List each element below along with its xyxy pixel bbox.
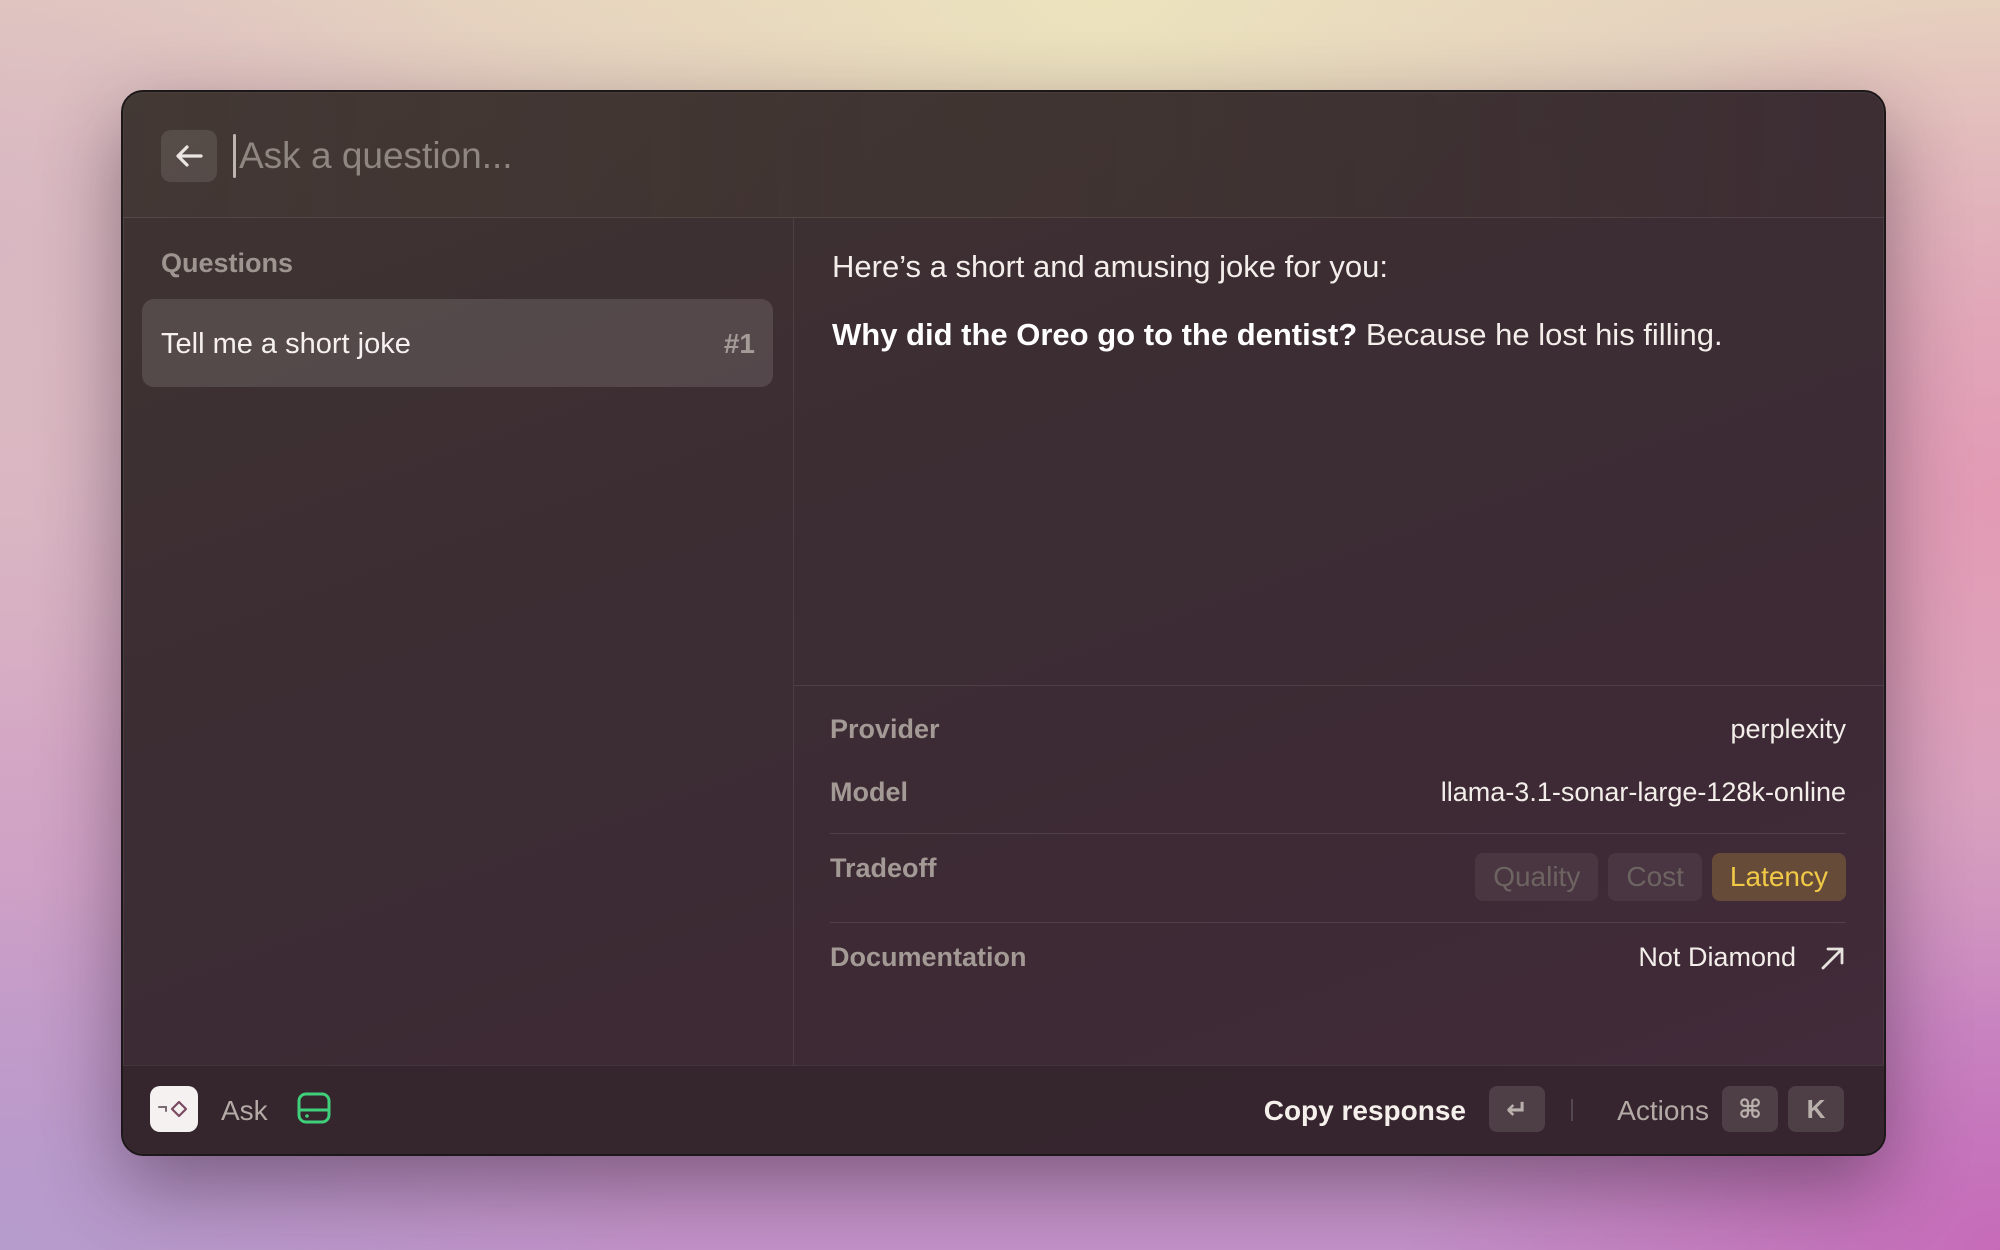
command-name: Ask (221, 1095, 268, 1126)
provider-label: Provider (830, 714, 940, 744)
back-button[interactable] (161, 130, 217, 182)
arrow-left-icon (176, 145, 203, 167)
question-number: #1 (723, 328, 755, 359)
provider-value: perplexity (1730, 714, 1846, 744)
divider (1571, 1099, 1573, 1121)
documentation-link-text: Not Diamond (1638, 942, 1796, 972)
response-joke: Why did the Oreo go to the dentist? Beca… (832, 316, 1834, 354)
questions-sidebar: Questions Tell me a short joke #1 (123, 218, 794, 1065)
response-intro: Here’s a short and amusing joke for you: (832, 249, 1389, 284)
tradeoff-cost[interactable]: Cost (1608, 853, 1702, 901)
not-diamond-logo-icon (158, 1100, 188, 1118)
enter-key-hint: ↵ (1489, 1086, 1545, 1132)
tradeoff-label: Tradeoff (830, 853, 937, 883)
actions-button[interactable]: Actions (1617, 1095, 1709, 1127)
tradeoff-latency[interactable]: Latency (1711, 853, 1846, 901)
command-key-hint: ⌘ (1722, 1086, 1778, 1132)
documentation-link[interactable]: Not Diamond (1638, 942, 1846, 973)
tradeoff-quality[interactable]: Quality (1475, 853, 1599, 901)
inbox-icon (297, 1092, 331, 1124)
action-bar: Ask Copy response ↵ Actions ⌘ K (123, 1065, 1884, 1154)
copy-response-button[interactable]: Copy response (1264, 1095, 1466, 1127)
divider (830, 922, 1846, 923)
question-item[interactable]: Tell me a short joke #1 (142, 299, 773, 387)
search-bar (123, 92, 1884, 218)
question-text: Tell me a short joke (161, 328, 411, 360)
tradeoff-selector: Quality Cost Latency (1475, 853, 1846, 901)
metadata-panel: Provider perplexity Model llama-3.1-sona… (794, 685, 1884, 972)
response-panel: Here’s a short and amusing joke for you:… (794, 218, 1884, 1065)
response-body: Here’s a short and amusing joke for you:… (832, 248, 1834, 354)
extension-logo[interactable] (150, 1086, 198, 1132)
joke-answer: Because he lost his filling. (1357, 317, 1723, 352)
documentation-label: Documentation (830, 942, 1027, 972)
k-key-hint: K (1788, 1086, 1844, 1132)
external-link-icon (1821, 947, 1844, 969)
model-label: Model (830, 777, 908, 807)
model-value: llama-3.1-sonar-large-128k-online (1440, 777, 1846, 807)
divider (830, 833, 1846, 834)
joke-question: Why did the Oreo go to the dentist? (832, 317, 1358, 352)
ai-chat-window: Questions Tell me a short joke #1 Here’s… (121, 90, 1886, 1156)
search-input[interactable] (235, 128, 1539, 184)
sidebar-title: Questions (161, 248, 294, 278)
